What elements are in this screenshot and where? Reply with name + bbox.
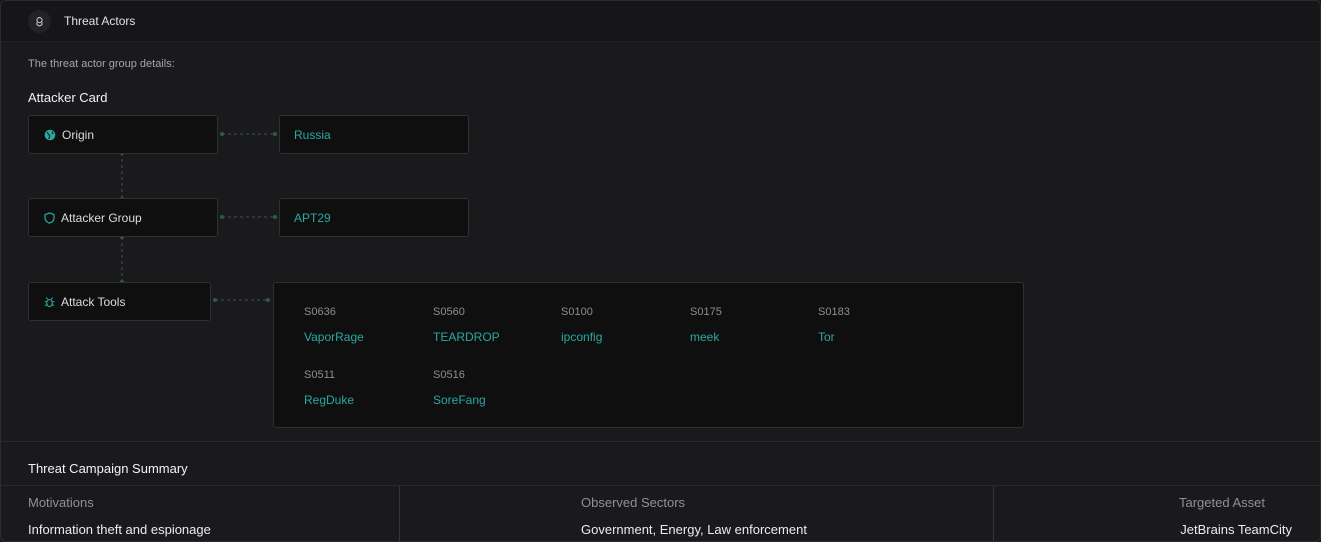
targeted-asset-value: JetBrains TeamCity <box>1180 522 1292 537</box>
connector-dot <box>220 132 224 136</box>
tool-item: S0175 meek <box>690 306 722 344</box>
tool-item: S0636 VaporRage <box>304 306 364 344</box>
attacker-group-label: Attacker Group <box>61 210 142 225</box>
tool-item: S0516 SoreFang <box>433 369 486 407</box>
tool-id: S0636 <box>304 306 336 318</box>
globe-icon <box>44 129 56 140</box>
column-divider <box>399 486 400 541</box>
motivations-header: Motivations <box>28 495 94 510</box>
connector-dot <box>213 298 217 302</box>
targeted-asset-header: Targeted Asset <box>1179 495 1265 510</box>
observed-sectors-value: Government, Energy, Law enforcement <box>581 522 807 537</box>
summary-title: Threat Campaign Summary <box>28 461 188 476</box>
connector-dot <box>266 298 270 302</box>
tool-id: S0516 <box>433 369 465 381</box>
observed-sectors-header: Observed Sectors <box>581 495 686 510</box>
tool-item: S0100 ipconfig <box>561 306 602 344</box>
tool-name-link[interactable]: RegDuke <box>304 393 354 407</box>
connector-dot <box>220 215 224 219</box>
tool-name-link[interactable]: TEARDROP <box>433 330 500 344</box>
origin-label: Origin <box>62 127 95 142</box>
section-divider <box>1 441 1320 442</box>
attacker-group-value-node: APT29 <box>279 198 469 237</box>
attack-tools-label: Attack Tools <box>61 294 126 309</box>
tool-name-link[interactable]: meek <box>690 330 722 344</box>
column-divider <box>993 486 994 541</box>
tool-id: S0175 <box>690 306 722 318</box>
origin-value-node: Russia <box>279 115 469 154</box>
tool-name-link[interactable]: VaporRage <box>304 330 364 344</box>
motivations-value: Information theft and espionage <box>28 522 211 537</box>
tool-item: S0560 TEARDROP <box>433 306 500 344</box>
shield-icon <box>44 211 55 224</box>
tool-item: S0183 Tor <box>818 306 850 344</box>
tool-name-link[interactable]: Tor <box>818 330 850 344</box>
tool-id: S0183 <box>818 306 850 318</box>
tool-id: S0511 <box>304 369 335 381</box>
attacker-group-node: Attacker Group <box>28 198 218 237</box>
threat-actors-panel: Threat Actors The threat actor group det… <box>0 0 1321 542</box>
attack-tools-node: Attack Tools <box>28 282 211 321</box>
tool-item: S0511 RegDuke <box>304 369 354 407</box>
attacker-group-value[interactable]: APT29 <box>294 211 331 225</box>
tool-id: S0100 <box>561 306 593 318</box>
origin-node: Origin <box>28 115 218 154</box>
connector-dot <box>273 132 277 136</box>
connector-dot <box>273 215 277 219</box>
tool-name-link[interactable]: SoreFang <box>433 393 486 407</box>
origin-value[interactable]: Russia <box>294 128 331 142</box>
bug-icon <box>44 296 55 307</box>
tool-id: S0560 <box>433 306 465 318</box>
summary-table-top-border <box>1 485 1320 486</box>
tool-name-link[interactable]: ipconfig <box>561 330 602 344</box>
attack-tools-list: S0636 VaporRage S0560 TEARDROP S0100 ipc… <box>273 282 1024 428</box>
